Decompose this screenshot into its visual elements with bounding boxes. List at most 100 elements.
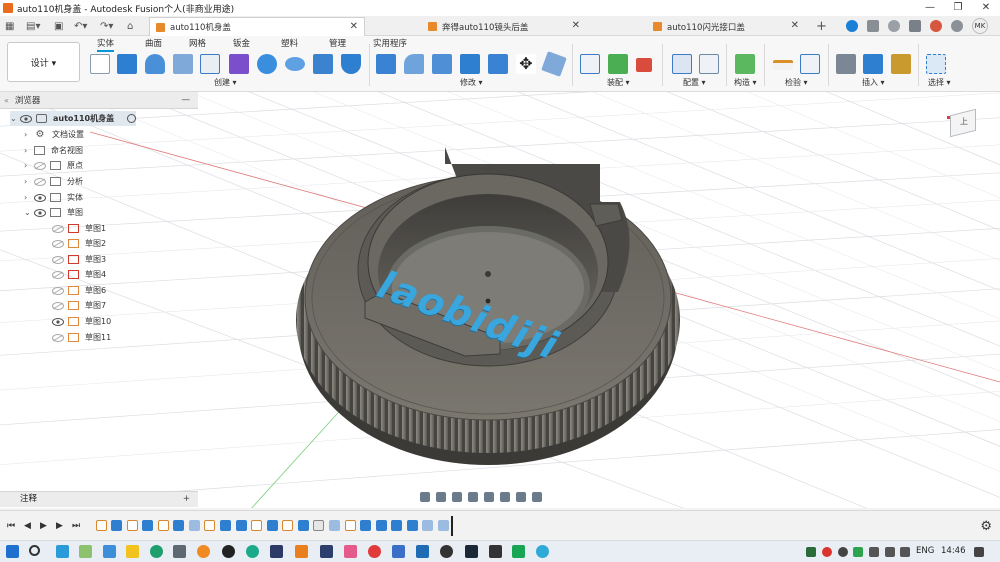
hole-icon[interactable] xyxy=(173,54,193,74)
taskbar-app-icon[interactable] xyxy=(56,545,69,558)
coil-icon[interactable] xyxy=(313,54,333,74)
taskbar-app-icon[interactable] xyxy=(320,545,333,558)
tree-item-sketch[interactable]: 草图7 xyxy=(52,298,106,313)
timeline-extrude-feature[interactable] xyxy=(220,520,231,531)
press-pull-icon[interactable] xyxy=(376,54,396,74)
add-comment-icon[interactable]: + xyxy=(183,492,190,507)
tree-item-sketch[interactable]: 草图4 xyxy=(52,267,106,282)
taskbar-app-icon[interactable] xyxy=(465,545,478,558)
input-language[interactable]: ENG xyxy=(916,546,934,556)
update-icon[interactable] xyxy=(846,20,858,32)
taskbar-app-icon[interactable] xyxy=(173,545,186,558)
hidden-eye-icon[interactable] xyxy=(52,270,64,279)
taskbar-app-icon[interactable] xyxy=(416,545,429,558)
tree-item-document-settings[interactable]: › ⚙ 文档设置 xyxy=(24,127,84,142)
expand-arrow-icon[interactable]: › xyxy=(24,146,34,155)
tab-solid[interactable]: 实体 xyxy=(97,37,115,52)
hidden-eye-icon[interactable] xyxy=(52,286,64,295)
tree-item-sketch[interactable]: 草图2 xyxy=(52,236,106,251)
taskbar-app-icon[interactable] xyxy=(392,545,405,558)
scale-icon[interactable] xyxy=(541,51,567,77)
as-built-joint-icon[interactable] xyxy=(636,58,652,72)
taskbar-app-icon[interactable] xyxy=(79,545,92,558)
collapse-panel-icon[interactable]: « xyxy=(4,96,9,105)
expand-arrow-icon[interactable]: › xyxy=(24,130,34,139)
torus-icon[interactable] xyxy=(285,57,305,71)
user-avatar[interactable]: MK xyxy=(972,18,988,34)
taskbar-app-icon[interactable] xyxy=(368,545,381,558)
timeline-marker[interactable] xyxy=(451,516,453,536)
job-status-icon[interactable] xyxy=(888,20,900,32)
system-clock[interactable]: 14:46 xyxy=(941,546,966,556)
expand-arrow-icon[interactable]: › xyxy=(24,193,34,202)
go-to-start-button[interactable]: ⏮ xyxy=(7,521,15,531)
comments-bar[interactable]: 注释 + xyxy=(0,491,198,507)
pipe-icon[interactable] xyxy=(341,54,361,74)
timeline-fillet-feature[interactable] xyxy=(438,520,449,531)
taskbar-app-icon[interactable] xyxy=(536,545,549,558)
tab-auto110-lens-rear-cap[interactable]: 奔得auto110镜头后盖 ✕ xyxy=(422,17,586,36)
tab-auto110-flash-cap[interactable]: auto110闪光接口盖 ✕ xyxy=(647,17,805,36)
close-tab-icon[interactable]: ✕ xyxy=(572,20,580,31)
extrude-icon[interactable] xyxy=(117,54,137,74)
group-insert-label[interactable]: 插入 ▾ xyxy=(862,77,885,88)
form-icon[interactable] xyxy=(229,54,249,74)
start-icon[interactable] xyxy=(6,545,19,558)
expand-arrow-icon[interactable]: ⌄ xyxy=(10,114,20,123)
hidden-eye-icon[interactable] xyxy=(52,255,64,264)
notifications-icon[interactable] xyxy=(930,20,942,32)
shell-icon[interactable] xyxy=(460,54,480,74)
minimize-browser-icon[interactable]: — xyxy=(182,95,191,105)
notification-center-icon[interactable] xyxy=(974,547,984,557)
timeline-extrude-feature[interactable] xyxy=(111,520,122,531)
insert-derive-icon[interactable] xyxy=(836,54,856,74)
expand-arrow-icon[interactable]: ⌄ xyxy=(24,208,34,217)
workspace-switcher-button[interactable]: 设计 ▾ xyxy=(7,42,80,82)
timeline-fillet-feature[interactable] xyxy=(422,520,433,531)
viewports-icon[interactable] xyxy=(532,492,542,502)
timeline-sketch-feature[interactable] xyxy=(127,520,138,531)
tab-surface[interactable]: 曲面 xyxy=(145,37,162,49)
timeline-extrude-feature[interactable] xyxy=(236,520,247,531)
visibility-eye-icon[interactable] xyxy=(34,208,46,217)
timeline-sketch-feature[interactable] xyxy=(251,520,262,531)
select-icon[interactable] xyxy=(926,54,946,74)
tab-mesh[interactable]: 网格 xyxy=(189,37,206,49)
group-inspect-label[interactable]: 检验 ▾ xyxy=(785,77,808,88)
tree-item-sketch[interactable]: 草图3 xyxy=(52,252,106,267)
timeline-fillet-feature[interactable] xyxy=(189,520,200,531)
timeline-extrude-feature[interactable] xyxy=(298,520,309,531)
tab-auto110-body-cap[interactable]: auto110机身盖 ✕ xyxy=(149,17,365,36)
group-create-label[interactable]: 创建 ▾ xyxy=(214,77,237,88)
tree-item-sketch[interactable]: 草图6 xyxy=(52,283,106,298)
tree-item-sketch[interactable]: 草图10 xyxy=(52,314,111,329)
taskbar-app-icon[interactable] xyxy=(344,545,357,558)
redo-icon[interactable]: ↷▾ xyxy=(100,18,113,34)
tree-item-origin[interactable]: › 原点 xyxy=(24,158,83,173)
network-icon[interactable] xyxy=(885,547,895,557)
joint-icon[interactable] xyxy=(608,54,628,74)
taskbar-app-icon[interactable] xyxy=(126,545,139,558)
move-icon[interactable]: ✥ xyxy=(516,54,536,74)
tree-item-sketches[interactable]: ⌄ 草图 xyxy=(24,205,83,220)
tree-item-sketch[interactable]: 草图11 xyxy=(52,330,111,345)
taskbar-app-icon[interactable] xyxy=(489,545,502,558)
timeline-extrude-feature[interactable] xyxy=(360,520,371,531)
fillet-icon[interactable] xyxy=(404,54,424,74)
interference-icon[interactable] xyxy=(800,54,820,74)
fusion-taskbar-icon[interactable] xyxy=(295,545,308,558)
configure-table-icon[interactable] xyxy=(699,54,719,74)
group-modify-label[interactable]: 修改 ▾ xyxy=(460,77,483,88)
hidden-eye-icon[interactable] xyxy=(34,177,46,186)
expand-arrow-icon[interactable]: › xyxy=(24,161,34,170)
data-panel-icon[interactable] xyxy=(867,20,879,32)
undo-icon[interactable]: ↶▾ xyxy=(74,18,87,34)
offset-plane-icon[interactable] xyxy=(735,54,755,74)
create-sketch-icon[interactable] xyxy=(90,54,110,74)
help-icon[interactable] xyxy=(951,20,963,32)
tab-utilities[interactable]: 实用程序 xyxy=(373,37,407,49)
tree-item-analysis[interactable]: › 分析 xyxy=(24,174,83,189)
taskbar-app-icon[interactable] xyxy=(512,545,525,558)
new-component-icon[interactable] xyxy=(580,54,600,74)
display-settings-icon[interactable] xyxy=(500,492,510,502)
